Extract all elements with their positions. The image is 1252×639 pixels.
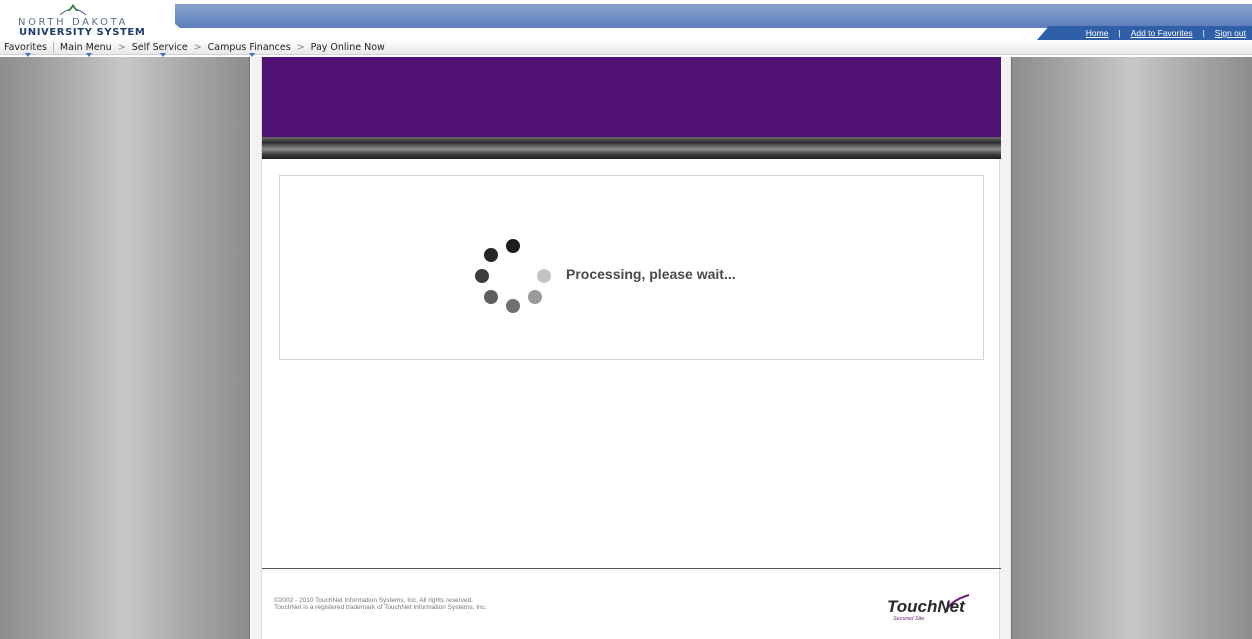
sign-out-link[interactable]: Sign out bbox=[1215, 28, 1246, 38]
portal-header: NORTH DAKOTA UNIVERSITY SYSTEM Home | Ad… bbox=[0, 0, 1252, 57]
payment-page: Processing, please wait... ©2002 - 2010 … bbox=[261, 57, 1001, 639]
header-decorative-band bbox=[150, 4, 1252, 28]
banner-nav-bar bbox=[262, 137, 1001, 159]
trademark-line: TouchNet is a registered trademark of To… bbox=[274, 604, 487, 611]
ndus-logo[interactable]: NORTH DAKOTA UNIVERSITY SYSTEM bbox=[0, 0, 175, 40]
ndus-emblem-icon bbox=[59, 4, 87, 16]
breadcrumb-favorites[interactable]: Favorites bbox=[4, 41, 47, 57]
breadcrumb-pay-online-now: Pay Online Now bbox=[311, 42, 385, 53]
breadcrumb-label: Campus Finances bbox=[207, 41, 291, 53]
processing-panel: Processing, please wait... bbox=[279, 175, 984, 360]
link-separator: | bbox=[1118, 28, 1121, 38]
add-to-favorites-link[interactable]: Add to Favorites bbox=[1131, 28, 1193, 38]
copyright-text: ©2002 - 2010 TouchNet Information System… bbox=[274, 597, 487, 611]
right-gradient-panel bbox=[1011, 57, 1252, 639]
dropdown-arrow-icon bbox=[85, 52, 92, 57]
dropdown-arrow-icon bbox=[159, 52, 166, 57]
breadcrumb-label: Self Service bbox=[131, 41, 188, 53]
breadcrumb: Favorites Main Menu > Self Service > Cam… bbox=[0, 40, 1252, 57]
breadcrumb-campus-finances[interactable]: Campus Finances bbox=[207, 41, 291, 57]
breadcrumb-main-menu[interactable]: Main Menu bbox=[59, 41, 112, 57]
home-link[interactable]: Home bbox=[1086, 28, 1109, 38]
breadcrumb-self-service[interactable]: Self Service bbox=[131, 41, 188, 57]
breadcrumb-label: Main Menu bbox=[59, 41, 112, 53]
processing-message: Processing, please wait... bbox=[566, 266, 736, 282]
spinner-icon bbox=[475, 239, 551, 313]
chevron-right-icon: > bbox=[117, 41, 126, 53]
institution-banner bbox=[262, 57, 1001, 137]
footer-divider bbox=[262, 568, 1001, 569]
logo-text-university-system: UNIVERSITY SYSTEM bbox=[19, 27, 146, 38]
left-gradient-panel bbox=[0, 57, 250, 639]
chevron-right-icon: > bbox=[296, 41, 305, 53]
header-links: Home | Add to Favorites | Sign out bbox=[1037, 26, 1252, 40]
divider bbox=[52, 41, 54, 53]
chevron-right-icon: > bbox=[193, 41, 202, 53]
dropdown-arrow-icon bbox=[249, 52, 256, 57]
copyright-line: ©2002 - 2010 TouchNet Information System… bbox=[274, 597, 474, 604]
touchnet-logo[interactable]: TouchNet Secured Site bbox=[887, 593, 977, 623]
secured-site-text: Secured Site bbox=[893, 616, 925, 622]
payment-frame: Processing, please wait... ©2002 - 2010 … bbox=[251, 57, 1011, 639]
dropdown-arrow-icon bbox=[25, 52, 32, 57]
touchnet-logo-text: TouchNet bbox=[887, 597, 966, 616]
breadcrumb-label: Pay Online Now bbox=[310, 41, 385, 53]
link-separator: | bbox=[1202, 28, 1205, 38]
breadcrumb-label: Favorites bbox=[4, 41, 47, 53]
